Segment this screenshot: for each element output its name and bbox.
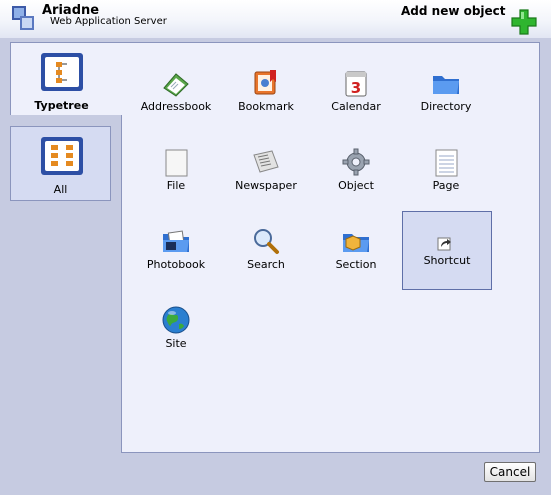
app-subtitle: Web Application Server — [50, 16, 167, 27]
type-bookmark[interactable]: Bookmark — [222, 56, 310, 134]
type-calendar[interactable]: 3 Calendar — [312, 56, 400, 134]
type-object[interactable]: Object — [312, 135, 400, 213]
page-icon — [435, 149, 458, 177]
globe-icon — [162, 306, 190, 334]
type-label: Directory — [420, 100, 472, 113]
type-label: Shortcut — [423, 254, 471, 267]
type-label: Addressbook — [140, 100, 212, 113]
plus-icon — [511, 9, 537, 35]
type-photobook[interactable]: Photobook — [132, 214, 220, 292]
type-label: Section — [335, 258, 377, 271]
type-shortcut[interactable]: Shortcut — [402, 211, 492, 290]
tab-typetree[interactable]: Typetree — [10, 42, 122, 115]
type-addressbook[interactable]: Addressbook — [132, 56, 220, 134]
grid-icon — [41, 137, 83, 175]
dialog-title: Add new object — [401, 4, 506, 18]
magnifier-icon — [254, 229, 279, 254]
type-file[interactable]: File — [132, 135, 220, 213]
type-label: Newspaper — [235, 179, 297, 192]
tab-all[interactable]: All — [10, 126, 111, 201]
type-label: Calendar — [331, 100, 381, 113]
bookmark-icon — [254, 70, 276, 95]
file-icon — [165, 149, 188, 177]
tab-typetree-label: Typetree — [34, 99, 89, 112]
type-label: Photobook — [146, 258, 206, 271]
svg-text:3: 3 — [351, 79, 361, 97]
type-directory[interactable]: Directory — [402, 56, 490, 134]
tab-all-label: All — [53, 183, 68, 196]
addressbook-icon — [163, 73, 189, 97]
type-label: Site — [165, 337, 187, 350]
type-label: Object — [338, 179, 374, 192]
title-bar: Ariadne Web Application Server Add new o… — [0, 0, 551, 38]
type-newspaper[interactable]: Newspaper — [222, 135, 310, 213]
type-search[interactable]: Search — [222, 214, 310, 292]
folder-icon — [433, 76, 459, 94]
type-site[interactable]: Site — [132, 293, 220, 371]
calendar-icon: 3 — [345, 71, 367, 97]
type-label: Search — [247, 258, 285, 271]
type-panel: Addressbook Bookmark 3 Calendar Director… — [121, 42, 540, 453]
type-label: File — [166, 179, 186, 192]
gear-icon — [342, 148, 370, 176]
type-label: Page — [432, 179, 460, 192]
photobook-icon — [163, 230, 189, 252]
cancel-button[interactable]: Cancel — [484, 462, 536, 482]
typetree-icon — [41, 53, 83, 91]
type-label: Bookmark — [238, 100, 294, 113]
type-section[interactable]: Section — [312, 214, 400, 292]
ariadne-logo-icon — [12, 6, 34, 30]
section-icon — [343, 234, 369, 252]
newspaper-icon — [253, 150, 279, 173]
type-page[interactable]: Page — [402, 135, 490, 213]
